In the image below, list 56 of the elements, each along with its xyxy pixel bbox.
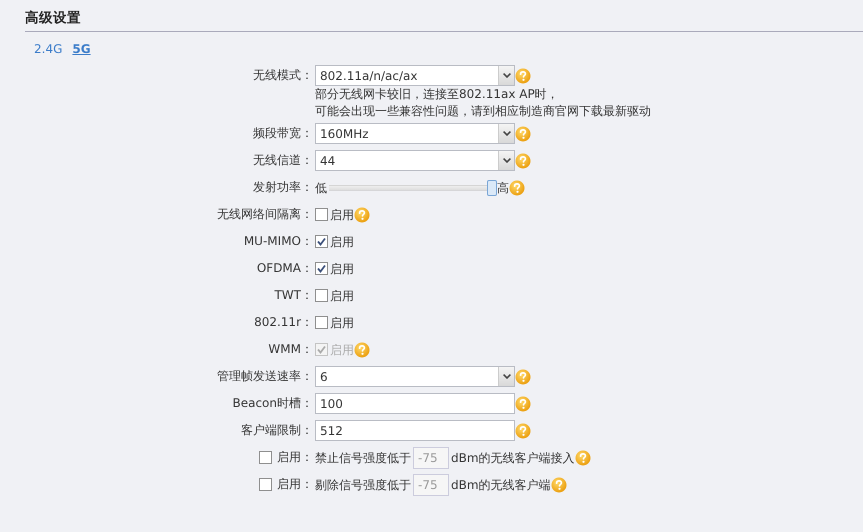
band-tab[interactable]: 2.4G — [34, 40, 62, 54]
checkbox-label: 启用 — [330, 260, 354, 278]
dropdown[interactable]: 802.11a/n/ac/ax — [315, 65, 515, 86]
band-tab[interactable]: 5G — [72, 40, 91, 54]
checkbox[interactable] — [315, 235, 328, 248]
help-icon[interactable] — [515, 152, 531, 169]
caret-icon — [502, 131, 510, 136]
checkbox-label: 启用 — [330, 234, 354, 251]
caret-icon — [502, 374, 510, 380]
hint-text: 可能会出现一些兼容性问题，请到相应制造商官网下载最新驱动 — [315, 103, 652, 120]
field-label: 无线信道： — [252, 152, 313, 170]
checkbox[interactable] — [315, 262, 328, 276]
checkbox[interactable] — [315, 208, 328, 222]
field-label: TWT： — [273, 287, 313, 304]
checkbox-label: 启用 — [330, 314, 354, 332]
field-label: 频段带宽： — [252, 125, 313, 142]
help-icon[interactable] — [354, 206, 370, 223]
field-label: WMM： — [267, 341, 313, 358]
field-label: 发射功率： — [252, 179, 313, 196]
caret-icon — [502, 73, 510, 78]
caret-icon — [502, 158, 510, 164]
section-title: 高级设置 — [25, 0, 863, 32]
help-icon[interactable] — [515, 396, 531, 412]
help-icon[interactable] — [515, 126, 531, 142]
field-label: 无线模式： — [252, 67, 313, 84]
checkbox-label: 启用 — [330, 342, 354, 359]
field-text: 剔除信号强度低于 — [315, 477, 411, 494]
slider-thumb[interactable] — [486, 180, 497, 196]
text-field[interactable]: 100 — [315, 393, 515, 414]
help-icon[interactable] — [509, 180, 525, 196]
field-label: 客户端限制： — [240, 422, 313, 440]
slider-max-label: 高 — [497, 180, 509, 197]
dropdown[interactable]: 160MHz — [315, 123, 515, 144]
field-label: Beacon时槽： — [231, 395, 313, 412]
field-text: 禁止信号强度低于 — [315, 450, 411, 468]
dropdown[interactable]: 6 — [315, 366, 515, 388]
checkbox-label: 启用 — [330, 288, 354, 305]
dropdown[interactable]: 44 — [315, 150, 515, 172]
text-field[interactable]: 512 — [315, 420, 515, 442]
field-text: dBm的无线客户端接入 — [451, 450, 575, 468]
field-label: OFDMA： — [256, 260, 313, 278]
slider-min-label: 低 — [315, 180, 327, 197]
field-label: MU-MIMO： — [242, 233, 313, 250]
help-icon[interactable] — [515, 422, 531, 439]
checkbox-label: 启用 — [330, 206, 354, 224]
field-text: dBm的无线客户端 — [451, 477, 551, 494]
checkbox[interactable] — [315, 289, 328, 302]
checkbox[interactable] — [315, 316, 328, 330]
field-label: 启用： — [277, 449, 313, 466]
field-label: 管理帧发送速率： — [216, 368, 313, 386]
help-icon[interactable] — [515, 368, 531, 385]
hint-text: 部分无线网卡较旧，连接至802.11ax AP时， — [315, 86, 560, 104]
field-label: 启用： — [277, 476, 313, 494]
help-icon[interactable] — [515, 68, 531, 84]
field-label: 802.11r： — [253, 314, 313, 332]
field-label: 无线网络间隔离： — [216, 206, 313, 224]
